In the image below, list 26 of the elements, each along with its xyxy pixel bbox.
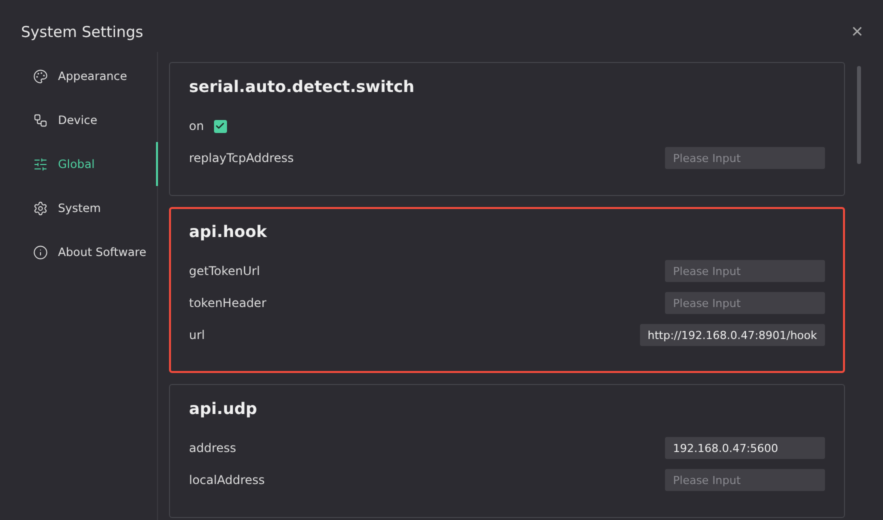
field-label: on bbox=[189, 119, 204, 133]
field-label: replayTcpAddress bbox=[189, 151, 294, 165]
input-field[interactable]: http://192.168.0.47:8901/hook bbox=[640, 324, 825, 346]
window-title: System Settings bbox=[21, 23, 144, 41]
close-button[interactable]: × bbox=[851, 20, 863, 44]
info-icon bbox=[33, 244, 48, 260]
palette-icon bbox=[33, 68, 48, 84]
settings-icon bbox=[33, 200, 48, 216]
checkbox[interactable] bbox=[214, 120, 227, 132]
card-title: api.udp bbox=[189, 399, 258, 418]
sidebar-item[interactable]: About Software bbox=[0, 230, 158, 274]
field-label: getTokenUrl bbox=[189, 264, 260, 278]
card-title: serial.auto.detect.switch bbox=[189, 77, 416, 96]
sliders-icon bbox=[33, 156, 48, 172]
sidebar-item[interactable]: Appearance bbox=[0, 54, 158, 98]
scrollbar[interactable] bbox=[857, 66, 861, 164]
card-title: api.hook bbox=[189, 222, 268, 241]
nodes-icon bbox=[33, 112, 48, 128]
sidebar-item[interactable]: System bbox=[0, 186, 158, 230]
field-label: tokenHeader bbox=[189, 296, 266, 310]
field-label: address bbox=[189, 441, 236, 455]
field-label: url bbox=[189, 328, 205, 342]
input-field[interactable]: 192.168.0.47:5600 bbox=[665, 437, 825, 459]
sidebar-item[interactable]: Global bbox=[0, 142, 158, 186]
field-label: localAddress bbox=[189, 473, 265, 487]
sidebar-item[interactable]: Device bbox=[0, 98, 158, 142]
